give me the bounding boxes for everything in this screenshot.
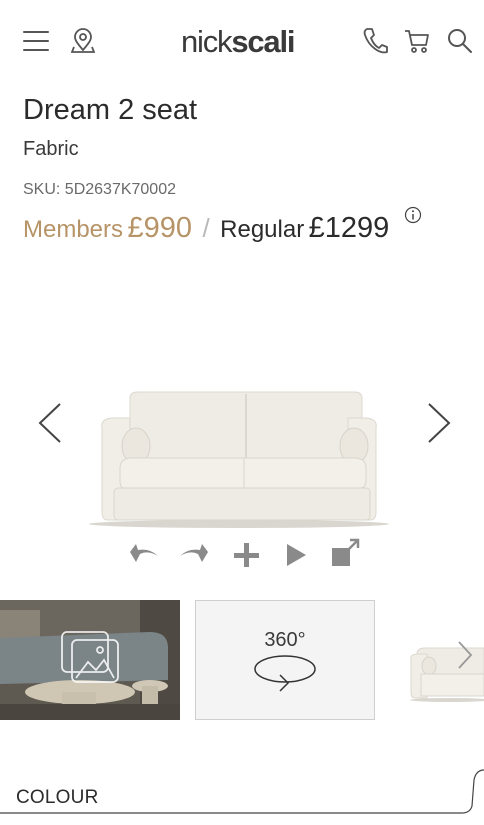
site-header: nickscali (0, 0, 484, 82)
product-title: Dream 2 seat (23, 94, 198, 126)
price-block: Members £990 / Regular £1299 (23, 212, 389, 245)
cart-icon[interactable] (404, 28, 430, 59)
brand-logo-bold: scali (231, 24, 295, 59)
regular-label: Regular (220, 216, 305, 243)
thumbnails-next-arrow-icon[interactable] (455, 640, 473, 675)
gallery-prev-arrow-icon[interactable] (36, 402, 64, 449)
brand-logo-light: nick (181, 24, 233, 59)
members-label: Members (23, 216, 124, 243)
search-icon[interactable] (447, 28, 473, 59)
price-info-icon[interactable] (404, 206, 422, 229)
members-price: £990 (127, 212, 192, 244)
product-image-sofa (84, 380, 394, 535)
price-separator: / (202, 213, 210, 243)
colour-section-frame (0, 768, 484, 825)
rotate-left-icon[interactable] (128, 540, 160, 575)
thumbnail-360-view[interactable]: 360° (195, 600, 375, 720)
regular-price: £1299 (308, 212, 390, 244)
phone-icon[interactable] (362, 27, 388, 60)
product-sku: SKU: 5D2637K70002 (23, 181, 176, 198)
location-pin-icon[interactable] (70, 28, 96, 59)
gallery-next-arrow-icon[interactable] (425, 402, 453, 449)
rotate-360-icon (254, 655, 316, 692)
brand-logo[interactable]: nickscali (181, 24, 295, 60)
thumbnail-360-label: 360° (264, 629, 306, 651)
thumbnail-lifestyle-photo[interactable] (0, 600, 180, 720)
zoom-plus-icon[interactable] (232, 540, 262, 575)
thumbnail-sofa-front[interactable] (395, 600, 484, 720)
hamburger-menu-icon[interactable] (23, 30, 49, 57)
product-subtitle: Fabric (23, 138, 79, 160)
play-icon[interactable] (284, 540, 310, 575)
expand-icon[interactable] (330, 536, 362, 575)
rotate-right-icon[interactable] (178, 540, 210, 575)
